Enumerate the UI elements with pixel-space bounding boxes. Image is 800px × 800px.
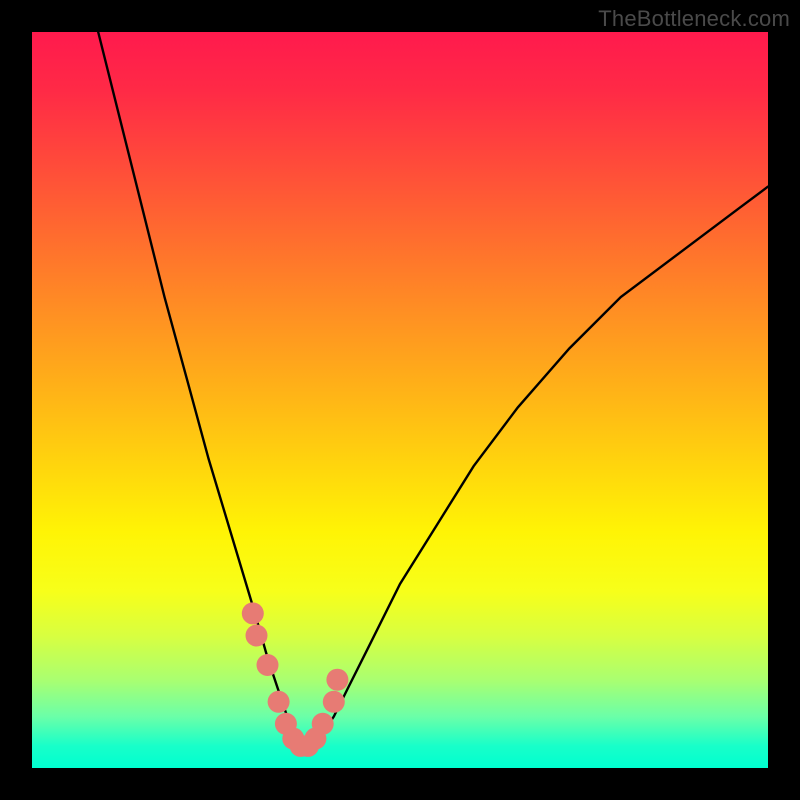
highlight-dot — [326, 669, 348, 691]
highlight-dot — [323, 691, 345, 713]
highlight-dot — [257, 654, 279, 676]
plot-area — [32, 32, 768, 768]
watermark-text: TheBottleneck.com — [598, 6, 790, 32]
bottleneck-curve-line — [98, 32, 768, 746]
highlight-dot — [268, 691, 290, 713]
highlight-dots-group — [242, 602, 349, 757]
highlight-dot — [312, 713, 334, 735]
highlight-dot — [242, 602, 264, 624]
highlight-dot — [246, 625, 268, 647]
bottleneck-curve-svg — [32, 32, 768, 768]
chart-container: TheBottleneck.com — [0, 0, 800, 800]
